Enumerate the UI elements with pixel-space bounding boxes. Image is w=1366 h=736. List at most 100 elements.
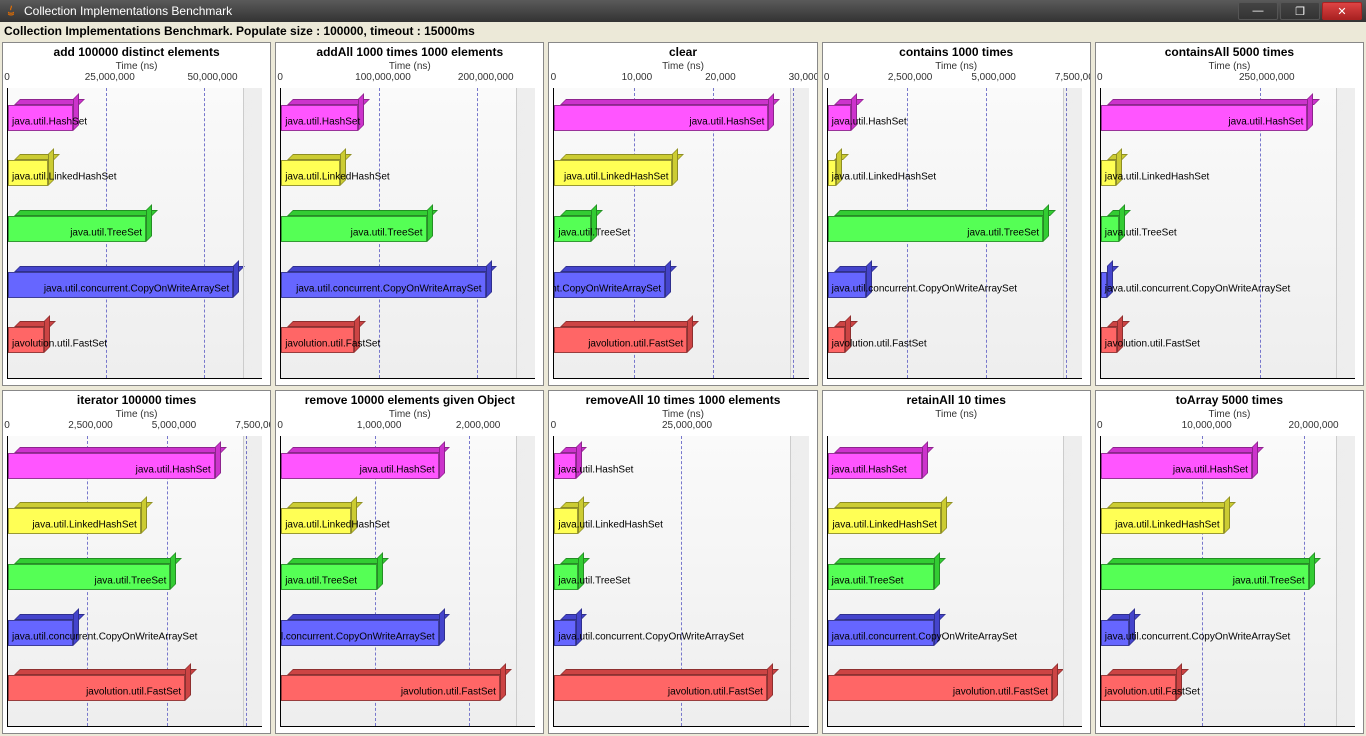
bar-row: java.util.TreeSet [1101, 564, 1337, 598]
bar-label: javolution.util.FastSet [1105, 687, 1200, 698]
tick-label: 25,000,000 [662, 420, 712, 431]
axis-label: Time (ns) [276, 61, 543, 72]
tick-label: 10,000 [622, 72, 653, 83]
chart-panel: addAll 1000 times 1000 elementsTime (ns)… [275, 42, 544, 386]
tick-label: 5,000,000 [971, 72, 1016, 83]
bar-label: java.util.concurrent.CopyOnWriteArraySet [280, 631, 434, 642]
bar-row: java.util.LinkedHashSet [8, 508, 244, 542]
bar-label: java.util.concurrent.CopyOnWriteArraySet [12, 631, 197, 642]
bar-label: java.util.concurrent.CopyOnWriteArraySet [296, 283, 481, 294]
axis-label: Time (ns) [276, 409, 543, 420]
close-button[interactable]: ✕ [1322, 2, 1362, 20]
plot-area: java.util.HashSet java.util.LinkedHashSet… [553, 88, 808, 379]
bar-label: java.util.TreeSet [558, 227, 630, 238]
chart-title: contains 1000 times [823, 43, 1090, 61]
axis-ticks: 0 250,000,000 [1096, 72, 1363, 86]
maximize-button[interactable]: ❐ [1280, 2, 1320, 20]
minimize-button[interactable]: — [1238, 2, 1278, 20]
axis-ticks [823, 420, 1090, 434]
bar-label: java.util.LinkedHashSet [558, 520, 663, 531]
bar-label: javolution.util.FastSet [86, 687, 181, 698]
bar-row: java.util.TreeSet [8, 564, 244, 598]
bar-label: javolution.util.FastSet [953, 687, 1048, 698]
chart-panel: clearTime (ns)010,00020,00030,000java.ut… [548, 42, 817, 386]
tick-label: 250,000,000 [1239, 72, 1295, 83]
title-bar: Collection Implementations Benchmark — ❐… [0, 0, 1366, 22]
plot-area: java.util.HashSetjava.util.LinkedHashSet… [1100, 436, 1355, 727]
tick-label: 100,000,000 [355, 72, 411, 83]
bar-row: java.util.HashSet [281, 105, 517, 139]
sub-header: Collection Implementations Benchmark. Po… [0, 22, 1366, 40]
tick-label: 5,000,000 [152, 420, 197, 431]
chart-panel: toArray 5000 timesTime (ns)010,000,00020… [1095, 390, 1364, 734]
bar-row: java.util.concurrent.CopyOnWriteArraySet [828, 620, 1064, 654]
bar-row: javolution.util.FastSet [281, 675, 517, 709]
tick-label: 25,000,000 [85, 72, 135, 83]
bar-row: java.util.LinkedHashSet [281, 508, 517, 542]
bar-label: java.util.HashSet [558, 464, 633, 475]
axis-ticks: 010,00020,00030,000 [549, 72, 816, 86]
bar-label: java.util.TreeSet [1233, 575, 1305, 586]
chart-title: toArray 5000 times [1096, 391, 1363, 409]
plot-area: java.util.HashSet java.util.LinkedHashSet… [827, 436, 1082, 727]
tick-label: 0 [277, 420, 283, 431]
axis-label: Time (ns) [823, 409, 1090, 420]
chart-panel: add 100000 distinct elementsTime (ns)025… [2, 42, 271, 386]
chart-grid: add 100000 distinct elementsTime (ns)025… [0, 40, 1366, 736]
bar-label: java.util.LinkedHashSet [832, 520, 937, 531]
axis-label: Time (ns) [549, 409, 816, 420]
chart-panel: remove 10000 elements given ObjectTime (… [275, 390, 544, 734]
bar-label: java.util.TreeSet [70, 227, 142, 238]
bar-row: java.util.TreeSet [281, 564, 517, 598]
chart-title: addAll 1000 times 1000 elements [276, 43, 543, 61]
bar-row: java.util.LinkedHashSet [828, 160, 1064, 194]
bar-label: javolution.util.FastSet [588, 339, 683, 350]
plot-area: java.util.HashSet java.util.LinkedHashSet… [553, 436, 808, 727]
bar-row: java.util.concurrent.CopyOnWriteArraySet [1101, 620, 1337, 654]
tick-label: 0 [1097, 72, 1103, 83]
chart-panel: contains 1000 timesTime (ns)02,500,0005,… [822, 42, 1091, 386]
bar-row: javolution.util.FastSet [1101, 675, 1337, 709]
bar-row: java.util.HashSet [828, 105, 1064, 139]
tick-label: 7,500,000 [1055, 72, 1091, 83]
tick-label: 30,000 [789, 72, 818, 83]
tick-label: 0 [551, 420, 557, 431]
bar-row: java.util.LinkedHashSet [554, 160, 790, 194]
bar-label: java.util.concurrent.CopyOnWriteArraySet [558, 631, 743, 642]
chart-title: remove 10000 elements given Object [276, 391, 543, 409]
bar-row: java.util.concurrent.CopyOnWriteArraySet [281, 272, 517, 306]
bar-label: java.util.LinkedHashSet [564, 172, 669, 183]
axis-label: Time (ns) [1096, 409, 1363, 420]
bar-row: java.util.TreeSet [828, 564, 1064, 598]
tick-label: 200,000,000 [458, 72, 514, 83]
bar-label: java.util.LinkedHashSet [285, 520, 390, 531]
bar-row: java.util.HashSet [554, 105, 790, 139]
axis-label: Time (ns) [3, 61, 270, 72]
bar-label: java.util.TreeSet [1105, 227, 1177, 238]
bar-label: java.util.TreeSet [832, 575, 904, 586]
bar-row: java.util.HashSet [281, 453, 517, 487]
bar-row: java.util.concurrent.CopyOnWriteArraySet [281, 620, 517, 654]
bar-label: java.util.TreeSet [558, 575, 630, 586]
bar-row: java.util.concurrent.CopyOnWriteArraySet [8, 272, 244, 306]
bar-row: java.util.LinkedHashSet [1101, 160, 1337, 194]
axis-ticks: 025,000,00050,000,000 [3, 72, 270, 86]
plot-area: java.util.HashSetjava.util.LinkedHashSet… [1100, 88, 1355, 379]
java-icon [4, 4, 18, 18]
bar-row: java.util.TreeSet [554, 564, 790, 598]
chart-panel: removeAll 10 times 1000 elementsTime (ns… [548, 390, 817, 734]
bar-label: javolution.util.FastSet [12, 339, 107, 350]
bar-row: java.util.LinkedHashSet [1101, 508, 1337, 542]
bar-label: java.util.HashSet [285, 116, 360, 127]
bar-label: java.util.HashSet [832, 116, 907, 127]
bar-row: javolution.util.FastSet [281, 327, 517, 361]
tick-label: 50,000,000 [187, 72, 237, 83]
bar-label: java.util.LinkedHashSet [1105, 172, 1210, 183]
chart-panel: retainAll 10 timesTime (ns)java.util.Has… [822, 390, 1091, 734]
bar-row: java.util.TreeSet [8, 216, 244, 250]
tick-label: 2,000,000 [456, 420, 501, 431]
bar-row: java.util.HashSet [828, 453, 1064, 487]
bar-label: java.util.HashSet [360, 464, 435, 475]
axis-ticks: 01,000,0002,000,000 [276, 420, 543, 434]
bar-label: java.util.LinkedHashSet [32, 520, 137, 531]
